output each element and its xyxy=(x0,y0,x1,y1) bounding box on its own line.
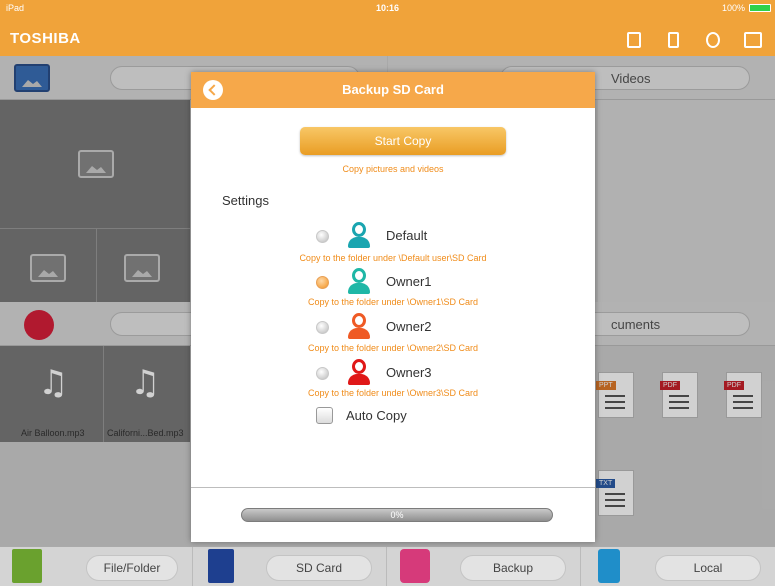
start-copy-hint: Copy pictures and videos xyxy=(342,164,444,174)
user-owner1-icon xyxy=(347,268,371,294)
radio-owner3[interactable] xyxy=(316,367,329,380)
document-icon[interactable] xyxy=(627,32,641,48)
option-owner2-label[interactable]: Owner2 xyxy=(386,319,432,334)
auto-copy-label[interactable]: Auto Copy xyxy=(346,408,407,423)
tab-label[interactable]: Local xyxy=(655,555,761,581)
option-owner1-hint: Copy to the folder under \Owner1\SD Card xyxy=(307,297,479,307)
tab-sd-card[interactable]: SD Card xyxy=(194,547,387,586)
copy-progress-bar: 0% xyxy=(241,508,553,522)
tab-label[interactable]: Backup xyxy=(460,555,566,581)
status-bar: iPad 10:16 100% xyxy=(0,0,775,18)
tools-icon[interactable] xyxy=(706,32,720,48)
clock: 10:16 xyxy=(375,3,400,13)
tab-label[interactable]: File/Folder xyxy=(86,555,178,581)
start-copy-button[interactable]: Start Copy xyxy=(300,127,506,155)
option-default-hint: Copy to the folder under \Default user\S… xyxy=(299,253,487,263)
option-owner1-label[interactable]: Owner1 xyxy=(386,274,432,289)
tab-label[interactable]: SD Card xyxy=(266,555,372,581)
battery-indicator: 100% xyxy=(722,3,771,13)
battery-percent: 100% xyxy=(721,3,745,13)
storage-icon[interactable] xyxy=(668,32,679,48)
phone-icon xyxy=(598,549,620,583)
folder-icon xyxy=(12,549,42,583)
app-header: iPad 10:16 100% TOSHIBA xyxy=(0,0,775,56)
camera-icon[interactable] xyxy=(744,32,762,48)
option-owner2-hint: Copy to the folder under \Owner2\SD Card xyxy=(307,343,479,353)
dialog-divider xyxy=(191,487,595,488)
tab-file-folder[interactable]: File/Folder xyxy=(0,547,193,586)
bottom-tab-bar: File/Folder SD Card Backup Local xyxy=(0,546,775,586)
tab-local[interactable]: Local xyxy=(582,547,775,586)
option-owner3-label[interactable]: Owner3 xyxy=(386,365,432,380)
settings-heading: Settings xyxy=(222,193,269,208)
dialog-header: Backup SD Card xyxy=(191,72,595,108)
tab-backup[interactable]: Backup xyxy=(388,547,581,586)
user-default-icon xyxy=(347,222,371,248)
backup-icon xyxy=(400,549,430,583)
dialog-title: Backup SD Card xyxy=(342,82,444,97)
backup-sd-card-dialog: Backup SD Card Start Copy Copy pictures … xyxy=(191,72,595,542)
radio-default[interactable] xyxy=(316,230,329,243)
sd-card-icon xyxy=(208,549,234,583)
radio-owner1[interactable] xyxy=(316,276,329,289)
brand-logo: TOSHIBA xyxy=(10,30,81,47)
battery-icon xyxy=(749,4,771,12)
radio-owner2[interactable] xyxy=(316,321,329,334)
option-owner3-hint: Copy to the folder under \Owner3\SD Card xyxy=(307,388,479,398)
user-owner3-icon xyxy=(347,359,371,385)
user-owner2-icon xyxy=(347,313,371,339)
auto-copy-checkbox[interactable] xyxy=(316,407,333,424)
option-default-label[interactable]: Default xyxy=(386,228,427,243)
copy-progress-text: 0% xyxy=(390,510,404,520)
